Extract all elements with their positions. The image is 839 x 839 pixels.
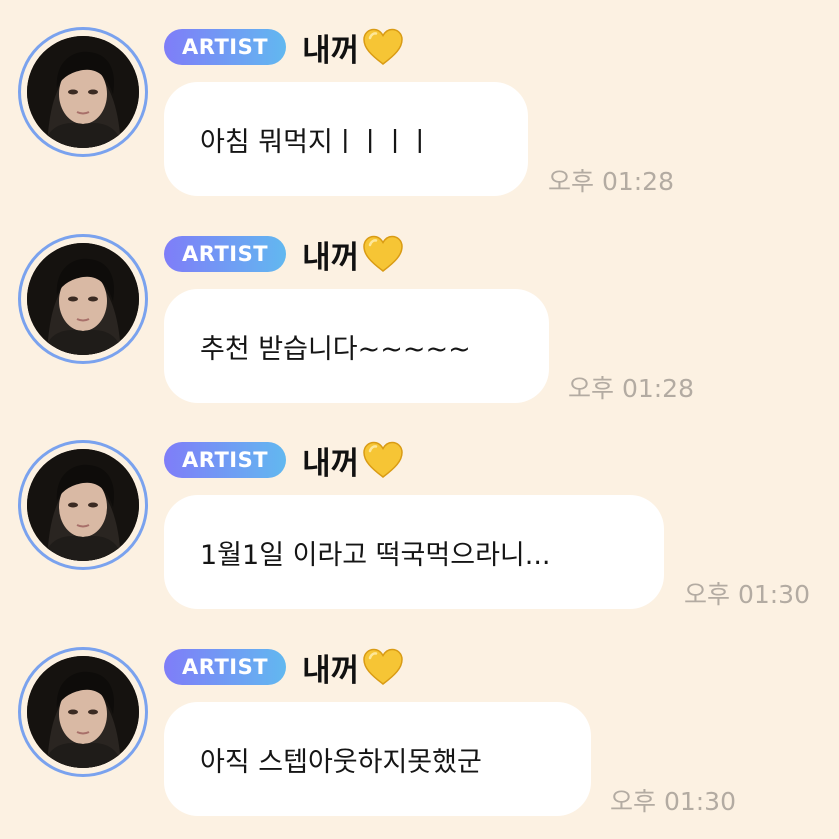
- message-header: ARTIST 내꺼: [164, 232, 405, 277]
- avatar-photo: [27, 243, 139, 355]
- chat-message: ARTIST 내꺼 추천 받습니다~~~~~ 오후 01:28: [0, 207, 839, 413]
- message-timestamp: 오후 01:28: [548, 167, 674, 196]
- avatar-photo: [27, 36, 139, 148]
- artist-badge: ARTIST: [164, 442, 287, 478]
- avatar-photo: [27, 656, 139, 768]
- yellow-heart-icon: [361, 27, 405, 67]
- artist-badge: ARTIST: [164, 29, 287, 65]
- avatar[interactable]: [18, 234, 148, 364]
- message-timestamp: 오후 01:30: [684, 580, 810, 609]
- nickname[interactable]: 내꺼: [302, 232, 359, 277]
- artist-badge: ARTIST: [164, 649, 287, 685]
- chat-message-list[interactable]: ARTIST 내꺼 아침 뭐먹지ㅣㅣㅣㅣ 오후 01:28 ARTIST 내꺼 …: [0, 0, 839, 839]
- yellow-heart-icon: [361, 647, 405, 687]
- message-timestamp: 오후 01:28: [568, 374, 694, 403]
- message-bubble[interactable]: 아직 스텝아웃하지못했군: [164, 702, 591, 816]
- chat-message: ARTIST 내꺼 1월1일 이라고 떡국먹으라니... 오후 01:30: [0, 413, 839, 619]
- chat-message: ARTIST 내꺼 아직 스텝아웃하지못했군 오후 01:30: [0, 620, 839, 826]
- message-bubble[interactable]: 아침 뭐먹지ㅣㅣㅣㅣ: [164, 82, 528, 196]
- message-header: ARTIST 내꺼: [164, 438, 405, 483]
- message-header: ARTIST 내꺼: [164, 645, 405, 690]
- avatar[interactable]: [18, 647, 148, 777]
- message-bubble[interactable]: 추천 받습니다~~~~~: [164, 289, 549, 403]
- avatar[interactable]: [18, 440, 148, 570]
- avatar-photo: [27, 449, 139, 561]
- yellow-heart-icon: [361, 234, 405, 274]
- yellow-heart-icon: [361, 440, 405, 480]
- message-timestamp: 오후 01:30: [610, 787, 736, 816]
- chat-message: ARTIST 내꺼 아침 뭐먹지ㅣㅣㅣㅣ 오후 01:28: [0, 0, 839, 206]
- avatar[interactable]: [18, 27, 148, 157]
- artist-badge: ARTIST: [164, 236, 287, 272]
- message-bubble[interactable]: 1월1일 이라고 떡국먹으라니...: [164, 495, 664, 609]
- nickname[interactable]: 내꺼: [302, 645, 359, 690]
- message-header: ARTIST 내꺼: [164, 25, 405, 70]
- nickname[interactable]: 내꺼: [302, 25, 359, 70]
- nickname[interactable]: 내꺼: [302, 438, 359, 483]
